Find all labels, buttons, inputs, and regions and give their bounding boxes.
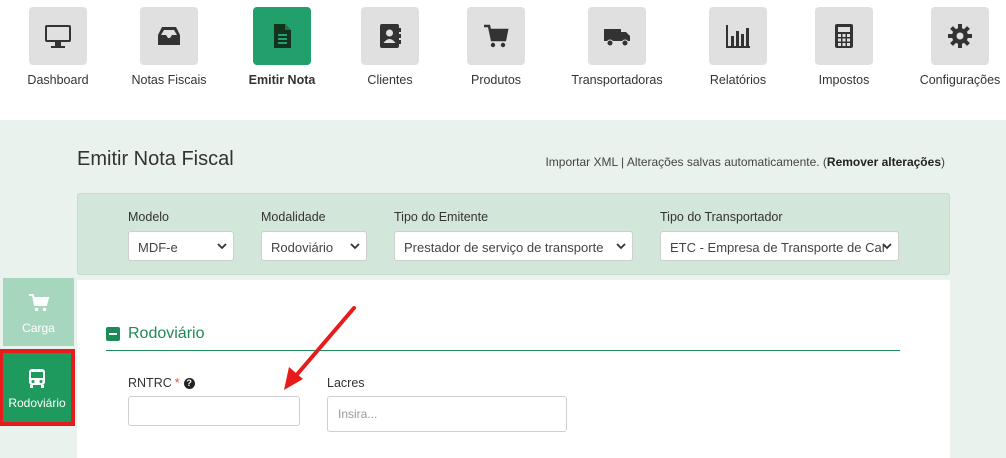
help-icon[interactable]: ? — [183, 378, 195, 390]
modelo-select[interactable]: MDF-e — [128, 231, 234, 261]
nav-label-configuracoes: Configurações — [919, 73, 1001, 87]
autosave-status: Alterações salvas automaticamente. ( — [626, 155, 827, 169]
tipo-transportador-label: Tipo do Transportador — [660, 210, 783, 224]
nav-label-clientes: Clientes — [367, 73, 413, 87]
import-xml-link[interactable]: Importar XML — [545, 155, 617, 169]
section-divider — [106, 350, 900, 351]
nav-label-impostos: Impostos — [818, 73, 870, 87]
side-tab-label-rodoviario: Rodoviário — [8, 396, 66, 410]
collapse-icon[interactable] — [106, 327, 120, 341]
required-marker: * — [174, 376, 180, 390]
modalidade-value: Rodoviário — [271, 240, 334, 255]
side-tab-label-carga: Carga — [22, 321, 55, 335]
top-navigation: Dashboard Notas Fiscais Emitir Nota Clie… — [0, 0, 1006, 120]
nav-label-notas-fiscais: Notas Fiscais — [131, 73, 207, 87]
rntrc-input[interactable] — [128, 396, 300, 426]
chevron-down-icon — [882, 243, 892, 250]
truck-icon — [588, 7, 646, 65]
header-actions: Importar XML | Alterações salvas automat… — [545, 155, 945, 169]
nav-label-emitir-nota: Emitir Nota — [248, 73, 316, 87]
gear-icon — [931, 7, 989, 65]
chevron-down-icon — [616, 243, 626, 250]
modalidade-label: Modalidade — [261, 210, 326, 224]
lacres-label: Lacres — [327, 376, 365, 390]
chevron-down-icon — [217, 243, 227, 250]
cart-icon — [28, 294, 49, 312]
modelo-label: Modelo — [128, 210, 169, 224]
document-icon — [253, 7, 311, 65]
tipo-transportador-value: ETC - Empresa de Transporte de Car — [670, 240, 887, 255]
tipo-emitente-select[interactable]: Prestador de serviço de transporte — [394, 231, 633, 261]
rntrc-label-text: RNTRC — [128, 376, 172, 390]
address-book-icon — [361, 7, 419, 65]
modelo-value: MDF-e — [138, 240, 178, 255]
section-title: Rodoviário — [128, 325, 205, 342]
chevron-down-icon — [350, 243, 360, 250]
remove-changes-link[interactable]: Remover alterações — [827, 155, 941, 169]
monitor-icon — [29, 7, 87, 65]
tipo-emitente-value: Prestador de serviço de transporte — [404, 240, 604, 255]
nav-label-relatorios: Relatórios — [709, 73, 767, 87]
lacres-input[interactable]: Insira... — [327, 396, 567, 432]
nav-label-dashboard: Dashboard — [27, 73, 89, 87]
bar-chart-icon — [709, 7, 767, 65]
tipo-emitente-label: Tipo do Emitente — [394, 210, 489, 224]
side-tab-carga[interactable]: Carga — [3, 278, 74, 346]
separator: | — [617, 155, 627, 169]
nav-label-produtos: Produtos — [470, 73, 522, 87]
inbox-icon — [140, 7, 198, 65]
nav-label-transportadoras: Transportadoras — [571, 73, 663, 87]
side-tab-rodoviario[interactable]: Rodoviário — [0, 349, 75, 426]
calculator-icon — [815, 7, 873, 65]
modalidade-select[interactable]: Rodoviário — [261, 231, 367, 261]
bus-icon — [29, 369, 45, 388]
tipo-transportador-select[interactable]: ETC - Empresa de Transporte de Car — [660, 231, 899, 261]
close-paren: ) — [941, 155, 945, 169]
cart-icon — [467, 7, 525, 65]
rntrc-label: RNTRC *? — [128, 376, 195, 390]
page-title: Emitir Nota Fiscal — [77, 148, 234, 170]
